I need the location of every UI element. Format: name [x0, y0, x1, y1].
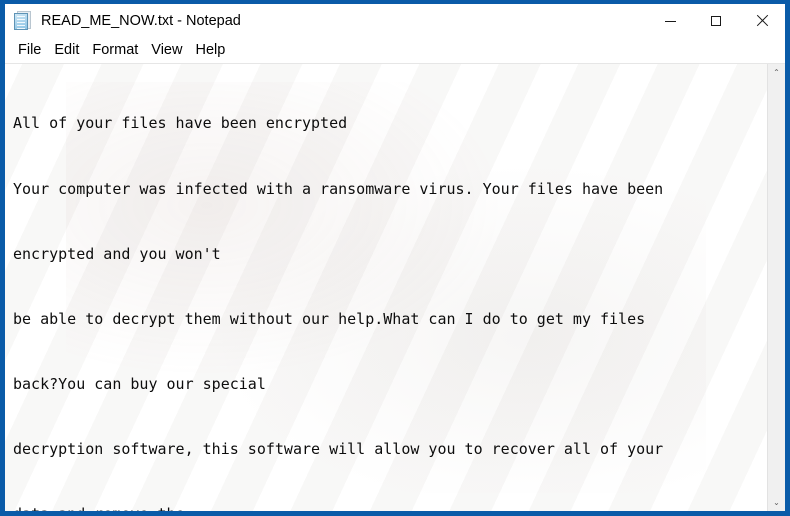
text-line: data and remove the [13, 504, 767, 511]
text-editor-area[interactable]: All of your files have been encrypted Yo… [5, 64, 767, 511]
menu-item-view[interactable]: View [145, 41, 189, 60]
notepad-window: READ_ME_NOW.txt - Notepad File Edit Form… [0, 0, 790, 516]
ransom-note-text[interactable]: All of your files have been encrypted Yo… [5, 64, 767, 511]
maximize-icon [711, 16, 721, 26]
window-controls [647, 4, 785, 38]
menu-bar: File Edit Format View Help [5, 38, 785, 63]
menu-item-file[interactable]: File [12, 41, 48, 60]
close-button[interactable] [739, 4, 785, 38]
title-bar-left: READ_ME_NOW.txt - Notepad [5, 4, 647, 38]
maximize-button[interactable] [693, 4, 739, 38]
close-icon [756, 15, 768, 27]
text-line: decryption software, this software will … [13, 439, 664, 458]
title-bar[interactable]: READ_ME_NOW.txt - Notepad [5, 4, 785, 38]
text-line: encrypted and you won't [13, 244, 221, 263]
window-inner: READ_ME_NOW.txt - Notepad File Edit Form… [5, 4, 785, 511]
scrollbar-track[interactable] [768, 81, 785, 494]
vertical-scrollbar[interactable]: ⌃ ⌄ [767, 64, 785, 511]
notepad-icon [14, 11, 32, 31]
minimize-button[interactable] [647, 4, 693, 38]
text-line: be able to decrypt them without our help… [13, 309, 646, 328]
editor-row: All of your files have been encrypted Yo… [5, 63, 785, 511]
menu-item-help[interactable]: Help [189, 41, 232, 60]
menu-item-format[interactable]: Format [86, 41, 145, 60]
text-line: All of your files have been encrypted [13, 114, 348, 133]
scroll-down-arrow-icon[interactable]: ⌄ [768, 494, 785, 511]
window-title: READ_ME_NOW.txt - Notepad [41, 12, 241, 29]
text-line: Your computer was infected with a ransom… [13, 179, 664, 198]
scroll-up-arrow-icon[interactable]: ⌃ [768, 64, 785, 81]
minimize-icon [664, 20, 676, 22]
text-line: back?You can buy our special [13, 374, 266, 393]
menu-item-edit[interactable]: Edit [48, 41, 86, 60]
